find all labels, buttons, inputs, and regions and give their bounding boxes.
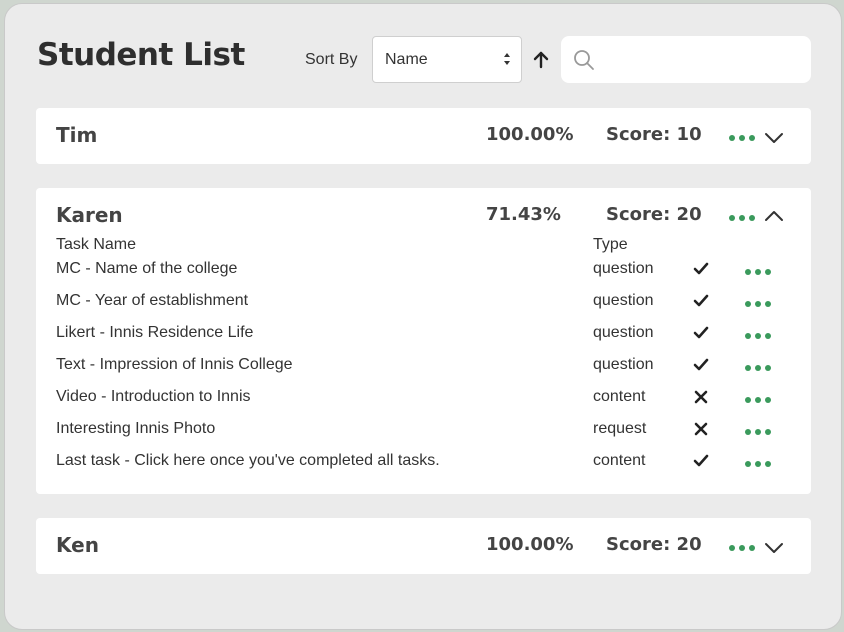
check-icon <box>693 262 709 275</box>
more-options-icon[interactable] <box>744 364 772 372</box>
student-name: Karen <box>56 203 123 227</box>
task-row[interactable]: Interesting Innis Photo request <box>36 420 811 452</box>
more-options-icon[interactable] <box>728 134 756 142</box>
task-type: content <box>593 452 646 469</box>
task-name[interactable]: Text - Impression of Innis College <box>56 356 293 374</box>
student-card-header[interactable]: Karen 71.43% Score: 20 <box>36 188 811 236</box>
sort-select[interactable]: Name <box>372 36 522 83</box>
search-icon <box>574 50 594 70</box>
task-row[interactable]: Text - Impression of Innis College quest… <box>36 356 811 388</box>
student-name: Tim <box>56 123 98 147</box>
task-type-column-header: Type <box>593 236 628 253</box>
student-name: Ken <box>56 533 99 557</box>
chevron-down-icon[interactable] <box>764 132 784 144</box>
task-type: content <box>593 388 646 405</box>
cross-icon <box>694 422 708 436</box>
task-row[interactable]: Video - Introduction to Innis content <box>36 388 811 420</box>
student-card-header[interactable]: Ken 100.00% Score: 20 <box>36 518 811 574</box>
check-icon <box>693 358 709 371</box>
chevron-down-icon[interactable] <box>764 542 784 554</box>
page-title: Student List <box>37 37 245 73</box>
task-name[interactable]: Video - Introduction to Innis <box>56 388 251 406</box>
check-icon <box>693 294 709 307</box>
task-name[interactable]: Last task - Click here once you've compl… <box>56 452 440 470</box>
check-icon <box>693 326 709 339</box>
more-options-icon[interactable] <box>744 428 772 436</box>
task-table: Task Name Type MC - Name of the college … <box>36 236 811 484</box>
more-options-icon[interactable] <box>728 544 756 552</box>
task-name-column-header: Task Name <box>56 236 137 253</box>
more-options-icon[interactable] <box>744 268 772 276</box>
more-options-icon[interactable] <box>728 214 756 222</box>
task-name[interactable]: Likert - Innis Residence Life <box>56 324 253 342</box>
student-score: Score: 10 <box>606 124 702 145</box>
task-row[interactable]: Last task - Click here once you've compl… <box>36 452 811 484</box>
task-name[interactable]: Interesting Innis Photo <box>56 420 215 438</box>
task-table-header: Task Name Type <box>36 236 811 260</box>
arrow-up-icon[interactable] <box>532 50 550 70</box>
task-type: question <box>593 292 654 309</box>
student-card-ken[interactable]: Ken 100.00% Score: 20 <box>36 518 811 574</box>
task-type: question <box>593 356 654 373</box>
student-percent: 100.00% <box>486 534 574 555</box>
chevron-up-icon[interactable] <box>764 210 784 222</box>
student-card-header[interactable]: Tim 100.00% Score: 10 <box>36 108 811 164</box>
header: Student List Sort By Name <box>5 4 841 104</box>
more-options-icon[interactable] <box>744 300 772 308</box>
student-score: Score: 20 <box>606 534 702 555</box>
task-name[interactable]: MC - Name of the college <box>56 260 237 278</box>
search-box[interactable] <box>561 36 811 83</box>
task-name[interactable]: MC - Year of establishment <box>56 292 248 310</box>
cross-icon <box>694 390 708 404</box>
sort-select-value: Name <box>385 51 428 68</box>
more-options-icon[interactable] <box>744 396 772 404</box>
more-options-icon[interactable] <box>744 460 772 468</box>
task-type: question <box>593 260 654 277</box>
sort-by-label: Sort By <box>305 51 358 68</box>
task-row[interactable]: MC - Name of the college question <box>36 260 811 292</box>
student-percent: 100.00% <box>486 124 574 145</box>
task-type: question <box>593 324 654 341</box>
student-score: Score: 20 <box>606 204 702 225</box>
task-row[interactable]: MC - Year of establishment question <box>36 292 811 324</box>
check-icon <box>693 454 709 467</box>
student-card-karen[interactable]: Karen 71.43% Score: 20 Task Name Type MC… <box>36 188 811 494</box>
more-options-icon[interactable] <box>744 332 772 340</box>
task-type: request <box>593 420 647 437</box>
select-arrows-icon <box>504 53 510 65</box>
student-card-tim[interactable]: Tim 100.00% Score: 10 <box>36 108 811 164</box>
student-percent: 71.43% <box>486 204 561 225</box>
task-row[interactable]: Likert - Innis Residence Life question <box>36 324 811 356</box>
student-list-panel: Student List Sort By Name Tim 100.00% Sc… <box>4 3 842 630</box>
search-input[interactable] <box>605 46 799 74</box>
